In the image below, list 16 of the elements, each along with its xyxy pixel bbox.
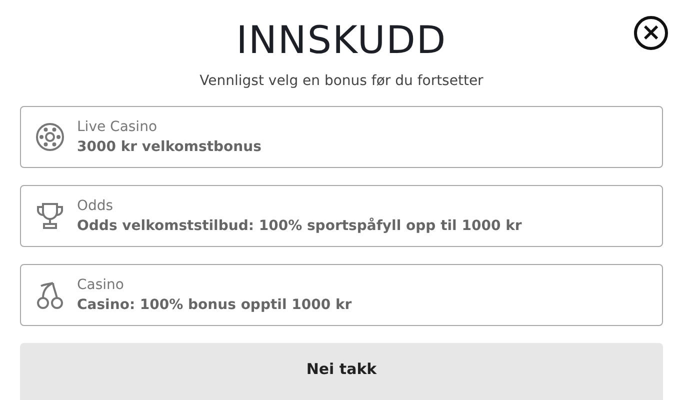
bonus-option[interactable]: Live Casino 3000 kr velkomstbonus	[20, 106, 663, 168]
cherries-icon	[35, 280, 65, 310]
bonus-category: Casino	[77, 276, 125, 295]
trophy-icon	[35, 201, 65, 231]
bonus-option[interactable]: Odds Odds velkomststilbud: 100% sportspåfyll opp til 1000 kr	[20, 185, 663, 247]
decline-button[interactable]: Nei takk	[20, 343, 663, 400]
roulette-icon	[35, 122, 65, 152]
bonus-offer: Odds velkomststilbud: 100% sportspåfyll opp til 1000 kr	[77, 216, 522, 236]
close-button[interactable]: ×	[634, 16, 668, 50]
dialog-subtitle: Vennligst velg en bonus før du fortsetter	[200, 72, 484, 90]
bonus-offer: Casino: 100% bonus opptil 1000 kr	[77, 296, 352, 315]
bonus-option[interactable]: Casino Casino: 100% bonus opptil 1000 kr	[20, 264, 663, 326]
bonus-category: Live Casino	[77, 118, 158, 137]
bonus-category: Odds	[77, 197, 114, 216]
bonus-offer: 3000 kr velkomstbonus	[77, 138, 262, 157]
dialog-title: INNSKUDD	[236, 17, 447, 64]
